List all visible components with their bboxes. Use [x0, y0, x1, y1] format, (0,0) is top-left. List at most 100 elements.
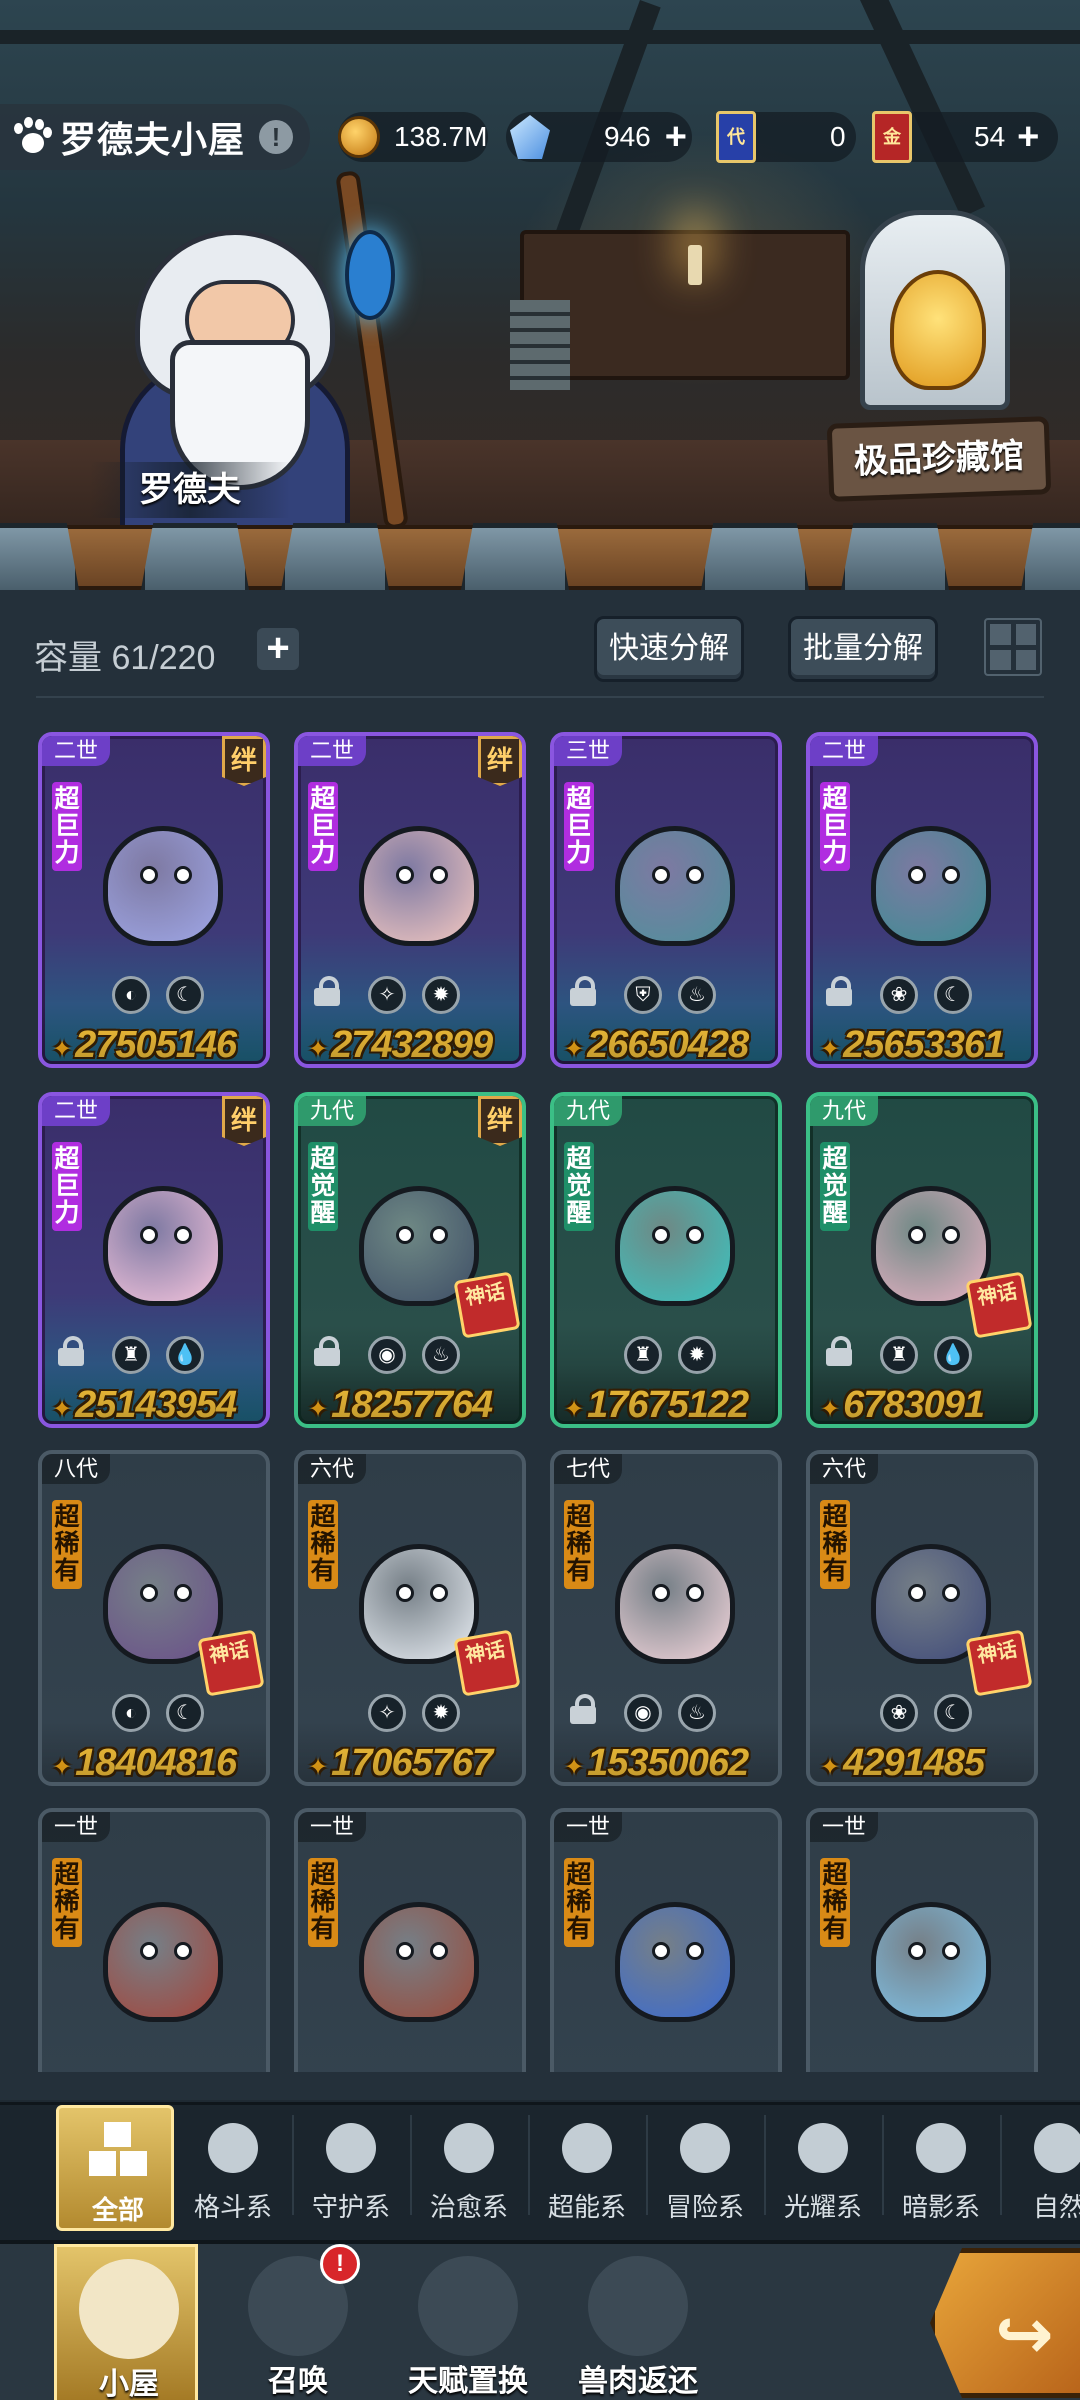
expand-capacity-button[interactable]: +	[257, 628, 299, 670]
lock-icon[interactable]	[826, 1336, 854, 1366]
rarity-tag: 超巨力	[52, 1142, 82, 1231]
pet-portrait	[344, 796, 494, 956]
rarity-tag: 超巨力	[820, 782, 850, 871]
pet-card[interactable]: 六代超稀有 神话✧✹17065767	[294, 1450, 526, 1786]
all-blocks-icon	[89, 2122, 147, 2178]
museum-button[interactable]: 极品珍藏馆	[826, 416, 1052, 502]
pet-card[interactable]: 九代超觉醒 神话♜💧6783091	[806, 1092, 1038, 1428]
info-icon[interactable]: !	[259, 120, 294, 154]
pet-portrait	[88, 1156, 238, 1316]
generation-tag: 一世	[298, 1812, 367, 1842]
wooden-railing	[0, 523, 1080, 590]
nav-label: 兽肉返还	[578, 2365, 698, 2398]
rarity-tag: 超稀有	[820, 1500, 850, 1589]
filter-tab[interactable]: 光耀系	[764, 2105, 884, 2231]
generation-tag: 九代	[554, 1096, 623, 1126]
add-jin-ticket-button[interactable]: +	[1017, 118, 1039, 156]
pet-card[interactable]: 二世绊超巨力 ♜💧25143954	[38, 1092, 270, 1428]
bond-badge: 绊	[222, 1096, 266, 1146]
rarity-tag: 超巨力	[52, 782, 82, 871]
coin-amount: 138.7M	[394, 121, 488, 152]
nav-item[interactable]: 召唤!	[226, 2235, 370, 2400]
pet-card[interactable]: 一世 超稀有	[38, 1808, 270, 2072]
generation-tag: 一世	[810, 1812, 879, 1842]
shield-icon	[326, 2123, 376, 2173]
filter-tab[interactable]: 暗影系	[882, 2105, 1002, 2231]
generation-tag: 二世	[42, 736, 111, 766]
lock-icon[interactable]	[570, 976, 598, 1006]
dai-ticket-amount: 0	[830, 121, 846, 152]
lock-icon[interactable]	[570, 1694, 598, 1724]
resource-coins: 138.7M	[338, 112, 488, 162]
house-icon	[79, 2259, 179, 2359]
nav-item[interactable]: 小屋	[54, 2244, 198, 2400]
pet-card[interactable]: 三世超巨力 ⛨♨26650428	[550, 732, 782, 1068]
batch-decompose-button[interactable]: 批量分解	[788, 616, 938, 682]
pet-card[interactable]: 八代超稀有 神话◐☾18404816	[38, 1450, 270, 1786]
rarity-tag: 超稀有	[52, 1858, 82, 1947]
rarity-tag: 超稀有	[52, 1500, 82, 1589]
mythic-seal-badge: 神话	[197, 1629, 265, 1697]
meat-icon	[588, 2256, 688, 2356]
pet-card[interactable]: 一世 超稀有	[550, 1808, 782, 2072]
room-badge[interactable]: 罗德夫小屋 !	[0, 104, 310, 170]
pet-card[interactable]: 二世超巨力 ❀☾25653361	[806, 732, 1038, 1068]
pet-card[interactable]: 二世绊超巨力 ✧✹27432899	[294, 732, 526, 1068]
exit-arrow-button[interactable]: ↪	[930, 2248, 1080, 2398]
lock-icon[interactable]	[314, 1336, 342, 1366]
filter-tab[interactable]: 治愈系	[410, 2105, 530, 2231]
pet-card-grid: 二世绊超巨力 ◐☾27505146二世绊超巨力 ✧✹27432899三世超巨力	[38, 732, 1048, 2072]
filter-label: 光耀系	[783, 2192, 862, 2222]
candle	[688, 245, 702, 285]
filter-tab[interactable]: 守护系	[292, 2105, 412, 2231]
resource-crystals: 946 +	[506, 112, 692, 162]
coin-icon	[338, 116, 380, 158]
generation-tag: 九代	[810, 1096, 879, 1126]
pet-card[interactable]: 七代超稀有 ◉♨15350062	[550, 1450, 782, 1786]
pet-card[interactable]: 六代超稀有 神话❀☾4291485	[806, 1450, 1038, 1786]
lock-icon[interactable]	[826, 976, 854, 1006]
nav-label: 小屋	[99, 2368, 159, 2400]
rarity-tag: 超稀有	[820, 1858, 850, 1947]
nav-item[interactable]: 兽肉返还	[566, 2244, 710, 2400]
nav-item[interactable]: 天赋置换	[396, 2244, 540, 2400]
generation-tag: 九代	[298, 1096, 367, 1126]
golden-idol-icon	[890, 270, 986, 390]
filter-label: 格斗系	[193, 2192, 272, 2222]
swap-arrows-icon	[418, 2256, 518, 2356]
dark-eye-icon	[916, 2123, 966, 2173]
lock-icon[interactable]	[58, 1336, 86, 1366]
grid-view-icon[interactable]	[984, 618, 1042, 676]
pet-portrait	[856, 796, 1006, 956]
generation-tag: 二世	[42, 1096, 111, 1126]
ticket-dai-icon: 代	[716, 111, 756, 163]
filter-label: 暗影系	[901, 2192, 980, 2222]
lock-icon[interactable]	[314, 976, 342, 1006]
pet-card[interactable]: 一世超稀有	[806, 1808, 1038, 2072]
pet-portrait	[88, 1872, 238, 2032]
filter-tab[interactable]: 超能系	[528, 2105, 648, 2231]
capacity-text: 容量 61/220	[34, 630, 215, 679]
filter-tab[interactable]: 格斗系	[174, 2105, 294, 2231]
add-crystal-button[interactable]: +	[665, 118, 687, 156]
pet-card[interactable]: 二世绊超巨力 ◐☾27505146	[38, 732, 270, 1068]
pet-card[interactable]: 一世 超稀有	[294, 1808, 526, 2072]
filter-tab[interactable]: 全部	[56, 2105, 174, 2231]
pet-card[interactable]: 九代超觉醒 ♜✹17675122	[550, 1092, 782, 1428]
bottom-nav: 小屋 召唤! 天赋置换 兽肉返还	[0, 2235, 1080, 2400]
bond-badge: 绊	[222, 736, 266, 786]
filter-tab[interactable]: 冒险系	[646, 2105, 766, 2231]
filter-label: 冒险系	[665, 2192, 744, 2222]
element-filter-bar: 全部 格斗系 守护系 治愈系 超能系 冒险系 光耀系 暗影系 自然	[0, 2102, 1080, 2240]
mythic-seal-badge: 神话	[965, 1629, 1033, 1697]
pet-portrait	[600, 1872, 750, 2032]
pet-portrait	[600, 1156, 750, 1316]
resource-dai-ticket: 代 0	[716, 111, 856, 163]
mythic-seal-badge: 神话	[453, 1271, 521, 1339]
rarity-tag: 超巨力	[564, 782, 594, 871]
filter-tab[interactable]: 自然	[1000, 2105, 1080, 2231]
rarity-tag: 超稀有	[564, 1858, 594, 1947]
nav-label: 召唤	[268, 2365, 328, 2398]
quick-decompose-button[interactable]: 快速分解	[594, 616, 744, 682]
pet-card[interactable]: 九代绊超觉醒 神话◉♨18257764	[294, 1092, 526, 1428]
